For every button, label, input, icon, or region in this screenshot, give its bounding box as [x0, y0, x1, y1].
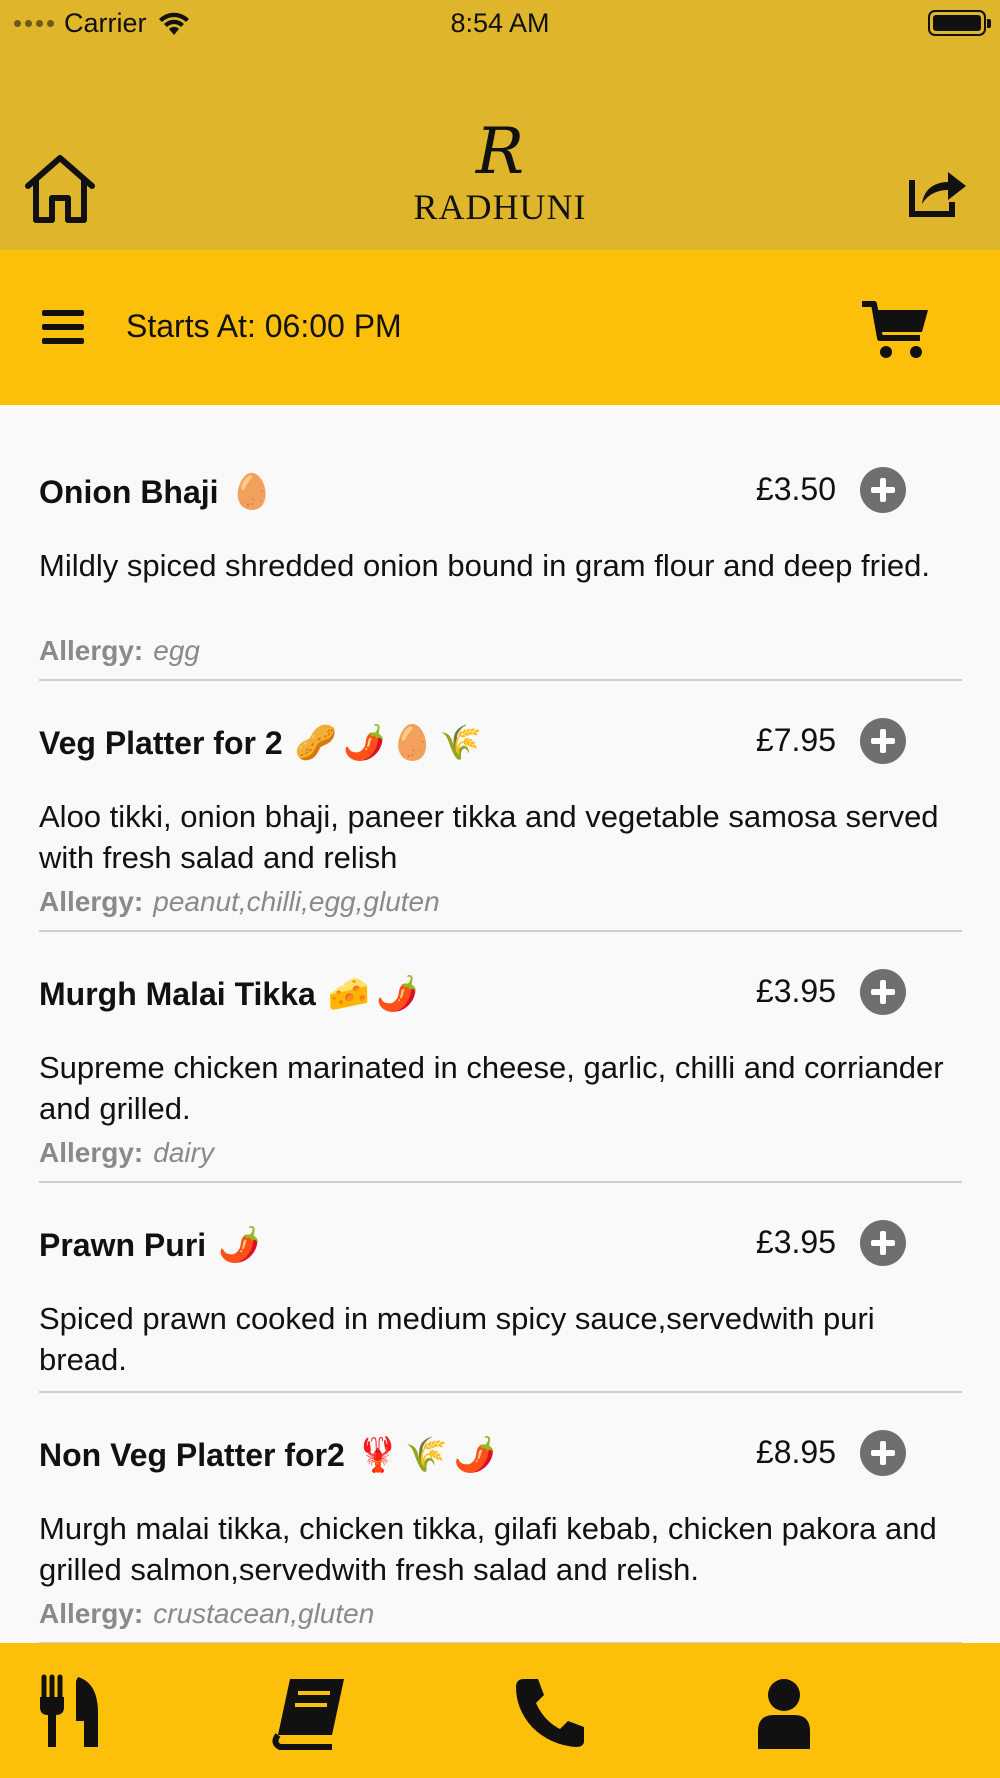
logo-text: RADHUNI: [413, 187, 587, 227]
logo-mark: R: [475, 115, 525, 189]
home-icon: [25, 155, 95, 223]
item-price: £8.95: [755, 1434, 836, 1470]
menu-item: Onion Bhaji 🥚 £3.50 Mildly spiced shredd…: [39, 467, 962, 681]
item-description: Mildly spiced shredded onion bound in gr…: [39, 548, 930, 583]
chilli-icon: 🌶️: [218, 1226, 261, 1264]
gluten-icon: 🌾: [405, 1436, 448, 1474]
cart-button[interactable]: [862, 300, 930, 360]
item-price: £3.95: [755, 973, 836, 1009]
add-to-cart-button[interactable]: [860, 1220, 906, 1266]
tab-profile[interactable]: [744, 1673, 824, 1753]
crustacean-icon: 🦞: [356, 1436, 400, 1474]
book-icon: [272, 1679, 344, 1750]
allergy-label: Allergy:: [39, 886, 144, 917]
allergen-icons: 🥚: [231, 472, 273, 512]
item-description: Supreme chicken marinated in cheese, gar…: [39, 1050, 944, 1126]
allergy-value: crustacean,gluten: [153, 1598, 375, 1629]
item-description: Aloo tikki, onion bhaji, paneer tikka an…: [39, 799, 939, 875]
gluten-icon: 🌾: [439, 724, 483, 762]
item-description: Spiced prawn cooked in medium spicy sauc…: [39, 1301, 875, 1377]
starts-at-label: Starts At: 06:00 PM: [126, 308, 402, 344]
share-icon: [909, 172, 966, 217]
home-button[interactable]: [22, 152, 98, 226]
add-to-cart-button[interactable]: [860, 1430, 906, 1476]
egg-icon: 🥚: [230, 473, 273, 511]
allergen-icons: 🧀 🌶️: [328, 974, 419, 1014]
add-to-cart-button[interactable]: [860, 467, 906, 513]
allergy-label: Allergy:: [39, 1137, 144, 1168]
allergen-icons: 🥜 🌶️ 🥚 🌾: [295, 723, 482, 763]
item-price: £7.95: [755, 722, 836, 758]
chilli-icon: 🌶️: [342, 724, 386, 762]
chilli-icon: 🌶️: [376, 975, 419, 1013]
tab-bar: [0, 1643, 1000, 1778]
hamburger-menu-button[interactable]: [42, 310, 84, 344]
allergy-value: dairy: [153, 1137, 214, 1168]
allergy-label: Allergy:: [39, 635, 144, 666]
item-allergy: Allergy: peanut,chilli,egg,gluten: [39, 886, 440, 918]
add-to-cart-button[interactable]: [860, 969, 906, 1015]
app-header: Carrier 8:54 AM R RADHUNI: [0, 0, 1000, 250]
item-price: £3.50: [755, 471, 836, 507]
item-description: Murgh malai tikka, chicken tikka, gilafi…: [39, 1511, 937, 1587]
allergen-icons: 🌶️: [218, 1225, 260, 1265]
status-bar: Carrier 8:54 AM: [0, 0, 1000, 48]
allergy-value: peanut,chilli,egg,gluten: [153, 886, 440, 917]
share-button[interactable]: [908, 166, 968, 218]
menu-item: Veg Platter for 2 🥜 🌶️ 🥚 🌾 £7.95 Aloo ti…: [39, 718, 962, 932]
allergen-icons: 🦞 🌾 🌶️: [357, 1435, 496, 1475]
egg-icon: 🥚: [391, 724, 434, 762]
shopping-cart-icon: [862, 301, 928, 358]
item-name: Non Veg Platter for2: [39, 1436, 345, 1473]
status-time: 8:54 AM: [450, 8, 550, 38]
peanut-icon: 🥜: [294, 724, 337, 762]
allergy-value: egg: [153, 635, 200, 666]
item-allergy: Allergy: egg: [39, 635, 200, 667]
battery-icon: [928, 10, 991, 36]
phone-icon: [516, 1679, 584, 1747]
user-icon: [758, 1679, 810, 1749]
menu-list[interactable]: Onion Bhaji 🥚 £3.50 Mildly spiced shredd…: [0, 405, 1000, 1643]
tab-book[interactable]: [270, 1673, 350, 1753]
item-allergy: Allergy: dairy: [39, 1137, 214, 1169]
chilli-icon: 🌶️: [453, 1436, 496, 1474]
menu-item: Murgh Malai Tikka 🧀 🌶️ £3.95 Supreme chi…: [39, 969, 962, 1183]
menu-item: Prawn Puri 🌶️ £3.95 Spiced prawn cooked …: [39, 1220, 962, 1393]
item-price: £3.95: [755, 1224, 836, 1260]
tab-menu[interactable]: [28, 1673, 108, 1753]
item-name: Onion Bhaji: [39, 473, 219, 510]
restaurant-logo: R RADHUNI: [400, 120, 600, 230]
menu-item: Non Veg Platter for2 🦞 🌾 🌶️ £8.95 Murgh …: [39, 1430, 962, 1643]
allergy-label: Allergy:: [39, 1598, 144, 1629]
item-name: Prawn Puri: [39, 1226, 207, 1263]
item-allergy: Allergy: crustacean,gluten: [39, 1598, 374, 1630]
fork-knife-icon: [40, 1674, 98, 1747]
add-to-cart-button[interactable]: [860, 718, 906, 764]
dairy-icon: 🧀: [327, 975, 371, 1013]
item-name: Veg Platter for 2: [39, 724, 283, 761]
item-name: Murgh Malai Tikka: [39, 975, 316, 1012]
tab-phone[interactable]: [510, 1673, 590, 1753]
